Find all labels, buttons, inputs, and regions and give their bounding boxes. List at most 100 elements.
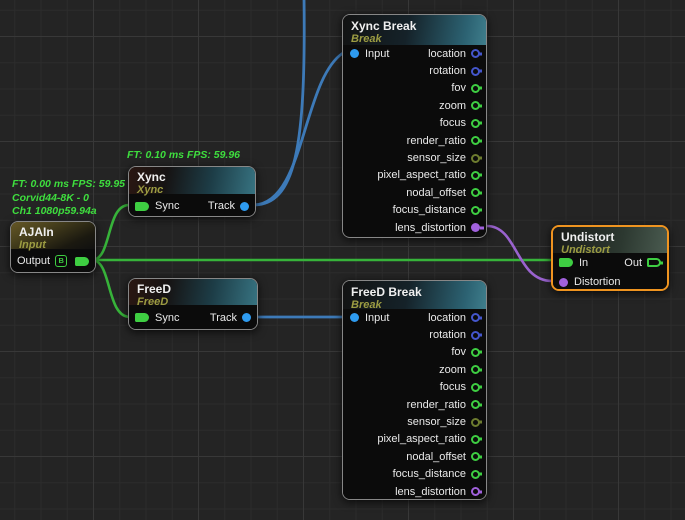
node-xync-break-header: Xync Break Break <box>343 15 486 45</box>
output-port-label: location <box>428 48 466 60</box>
ajain-stats-text: FT: 0.00 ms FPS: 59.95 Corvid44-8K - 0 C… <box>12 178 125 219</box>
node-subtitle: Break <box>351 33 478 45</box>
output-port-label: zoom <box>439 364 466 376</box>
wire-xync-track-to-xyncbreak-input[interactable] <box>253 53 343 205</box>
xync-break-input-port[interactable] <box>350 49 359 58</box>
node-freed-header: FreeD FreeD <box>129 279 257 305</box>
port-row: focus_distance <box>343 466 486 483</box>
port-row: fov <box>343 80 486 97</box>
location-output-port[interactable] <box>471 49 480 58</box>
focus-distance-output-port[interactable] <box>471 206 480 215</box>
xync-track-output-port[interactable] <box>240 202 249 211</box>
freed-track-output-port[interactable] <box>242 313 251 322</box>
output-port-label: pixel_aspect_ratio <box>377 169 466 181</box>
undistort-out-output-port[interactable] <box>647 258 661 267</box>
port-row: focus <box>343 379 486 396</box>
port-row: nodal_offset <box>343 184 486 201</box>
port-row: fov <box>343 344 486 361</box>
output-port-label: focus_distance <box>393 204 466 216</box>
output-port-label: lens_distortion <box>395 486 466 498</box>
fov-output-port[interactable] <box>471 348 480 357</box>
node-title: Xync Break <box>351 19 478 33</box>
port-row: zoom <box>343 361 486 378</box>
sensor-size-output-port[interactable] <box>471 154 480 163</box>
port-row: pixel_aspect_ratio <box>343 431 486 448</box>
buffer-badge: B <box>55 255 67 267</box>
output-port-label: render_ratio <box>407 399 466 411</box>
output-port-label: Output <box>17 255 50 267</box>
wire-lensdistortion-to-distortion[interactable] <box>487 226 552 281</box>
freed-break-input-port[interactable] <box>350 313 359 322</box>
nodal-offset-output-port[interactable] <box>471 452 480 461</box>
port-row: pixel_aspect_ratio <box>343 167 486 184</box>
output-port-label: lens_distortion <box>395 222 466 234</box>
output-port-label: fov <box>451 346 466 358</box>
focus-output-port[interactable] <box>471 119 480 128</box>
port-row: lens_distortion <box>343 483 486 500</box>
in-port-label: In <box>579 257 588 269</box>
focus-output-port[interactable] <box>471 383 480 392</box>
output-port-label: rotation <box>429 329 466 341</box>
node-xync-body: Sync Track <box>129 194 255 217</box>
output-port-label: focus_distance <box>393 468 466 480</box>
ajain-output-port[interactable] <box>75 257 89 266</box>
zoom-output-port[interactable] <box>471 101 480 110</box>
lens-distortion-output-port[interactable] <box>471 223 480 232</box>
node-freed-break[interactable]: FreeD Break Break Input location rotatio… <box>342 280 487 500</box>
node-freed[interactable]: FreeD FreeD Sync Track <box>128 278 258 330</box>
port-row: Input location <box>343 309 486 326</box>
node-undistort-body: In Out Distortion <box>553 253 667 291</box>
output-port-label: render_ratio <box>407 135 466 147</box>
undistort-in-input-port[interactable] <box>559 258 573 267</box>
undistort-distortion-input-port[interactable] <box>559 278 568 287</box>
output-port-label: sensor_size <box>407 152 466 164</box>
node-ajain-body: Output B <box>11 249 95 273</box>
node-title: FreeD Break <box>351 285 478 299</box>
nodal-offset-output-port[interactable] <box>471 188 480 197</box>
port-row: render_ratio <box>343 396 486 413</box>
port-row: sensor_size <box>343 413 486 430</box>
lens-distortion-output-port[interactable] <box>471 487 480 496</box>
rotation-output-port[interactable] <box>471 331 480 340</box>
input-port-label: Input <box>365 48 389 60</box>
node-title: FreeD <box>137 282 249 296</box>
port-row: sensor_size <box>343 149 486 166</box>
wire-xync-track-to-offscreen[interactable] <box>253 0 304 205</box>
node-undistort[interactable]: Undistort Undistort In Out Distortion <box>551 225 669 291</box>
node-ajain[interactable]: AJAIn Input Output B <box>10 221 96 273</box>
output-port-label: sensor_size <box>407 416 466 428</box>
sensor-size-output-port[interactable] <box>471 418 480 427</box>
render-ratio-output-port[interactable] <box>471 400 480 409</box>
zoom-output-port[interactable] <box>471 365 480 374</box>
node-undistort-header: Undistort Undistort <box>553 227 667 253</box>
node-freed-break-header: FreeD Break Break <box>343 281 486 309</box>
node-freed-body: Sync Track <box>129 305 257 330</box>
node-graph-canvas[interactable]: FT: 0.00 ms FPS: 59.95 Corvid44-8K - 0 C… <box>0 0 685 520</box>
port-row: nodal_offset <box>343 448 486 465</box>
node-title: Xync <box>137 170 247 184</box>
rotation-output-port[interactable] <box>471 67 480 76</box>
focus-distance-output-port[interactable] <box>471 470 480 479</box>
render-ratio-output-port[interactable] <box>471 136 480 145</box>
node-xync[interactable]: Xync Xync Sync Track <box>128 166 256 217</box>
output-port-label: rotation <box>429 65 466 77</box>
freed-sync-input-port[interactable] <box>135 313 149 322</box>
output-port-label: zoom <box>439 100 466 112</box>
pixel-aspect-ratio-output-port[interactable] <box>471 435 480 444</box>
sync-port-label: Sync <box>155 200 179 212</box>
node-xync-header: Xync Xync <box>129 167 255 194</box>
port-row: render_ratio <box>343 132 486 149</box>
port-row: zoom <box>343 97 486 114</box>
output-port-label: focus <box>440 381 466 393</box>
location-output-port[interactable] <box>471 313 480 322</box>
xync-sync-input-port[interactable] <box>135 202 149 211</box>
fov-output-port[interactable] <box>471 84 480 93</box>
node-xync-break[interactable]: Xync Break Break Input location rotation… <box>342 14 487 238</box>
node-title: Undistort <box>561 230 659 244</box>
output-port-label: fov <box>451 82 466 94</box>
xync-stats-text: FT: 0.10 ms FPS: 59.96 <box>127 149 240 163</box>
pixel-aspect-ratio-output-port[interactable] <box>471 171 480 180</box>
wire-output-to-freed-sync[interactable] <box>92 260 130 317</box>
node-ajain-header: AJAIn Input <box>11 222 95 249</box>
output-port-label: focus <box>440 117 466 129</box>
